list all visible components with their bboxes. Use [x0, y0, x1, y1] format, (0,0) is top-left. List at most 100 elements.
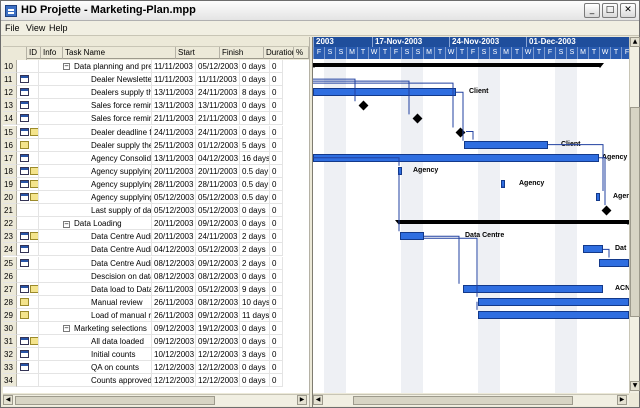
cell-task-name[interactable]: All data loaded: [39, 335, 152, 349]
cell-start[interactable]: 12/12/2003: [152, 374, 196, 388]
cell-start[interactable]: 13/11/2003: [152, 86, 196, 100]
cell-task-name[interactable]: − Data Loading: [39, 217, 152, 231]
cell-task-name[interactable]: QA on counts: [39, 361, 152, 375]
gantt-scroll-left-arrow-icon[interactable]: ◀: [313, 395, 323, 405]
cell-finish[interactable]: 24/11/2003: [196, 125, 240, 139]
cell-percent[interactable]: 0: [270, 269, 283, 283]
vertical-scrollbar[interactable]: ▲ ▼: [629, 37, 640, 393]
cell-finish[interactable]: 11/11/2003: [196, 73, 240, 87]
table-row[interactable]: 30− Marketing selections 09/12/2003 19/12/2…: [3, 322, 309, 335]
table-row[interactable]: 15 Dealer deadline for 24/11/2003 24/11/200…: [3, 125, 309, 139]
vertical-scroll-thumb[interactable]: [630, 107, 640, 317]
table-row[interactable]: 34 Counts approved 12/12/2003 12/12/2003 0 d…: [3, 374, 309, 388]
cell-task-name[interactable]: − Data planning and prep: [39, 60, 152, 73]
cell-finish[interactable]: 09/12/2003: [196, 217, 240, 231]
cell-percent[interactable]: 0: [270, 308, 283, 322]
cell-finish[interactable]: 05/12/2003: [196, 191, 240, 204]
cell-task-name[interactable]: Agency supplying c: [39, 164, 152, 178]
cell-duration[interactable]: 11 days: [240, 308, 270, 322]
cell-duration[interactable]: 0 days: [240, 335, 270, 349]
cell-start[interactable]: 11/11/2003: [152, 60, 196, 73]
grid-scroll-right-arrow-icon[interactable]: ▶: [297, 395, 307, 405]
cell-task-name[interactable]: Data load to Datab: [39, 282, 152, 296]
menu-file[interactable]: File: [5, 23, 20, 33]
cell-duration[interactable]: 0 days: [240, 125, 270, 139]
cell-finish[interactable]: 05/12/2003: [196, 60, 240, 73]
cell-duration[interactable]: 0 days: [240, 269, 270, 283]
cell-duration[interactable]: 0.5 day: [240, 164, 270, 178]
cell-finish[interactable]: 08/12/2003: [196, 269, 240, 283]
grid-horizontal-scroll-thumb[interactable]: [15, 396, 215, 405]
cell-start[interactable]: 08/12/2003: [152, 256, 196, 270]
cell-percent[interactable]: 0: [270, 230, 283, 244]
cell-duration[interactable]: 2 days: [240, 256, 270, 270]
cell-percent[interactable]: 0: [270, 112, 283, 126]
gantt-horizontal-scrollbar[interactable]: ◀ ▶: [313, 394, 629, 406]
table-row[interactable]: 20Agency supplying c05/12/200305/12/2003…: [3, 191, 309, 204]
cell-task-name[interactable]: Initial counts: [39, 348, 152, 362]
cell-start[interactable]: 20/11/2003: [152, 164, 196, 178]
col-header-info[interactable]: Info: [41, 47, 63, 59]
cell-task-name[interactable]: Sales force remind: [39, 99, 152, 113]
cell-duration[interactable]: 0 days: [240, 322, 270, 335]
cell-finish[interactable]: 24/11/2003: [196, 230, 240, 244]
cell-start[interactable]: 04/12/2003: [152, 243, 196, 257]
table-row[interactable]: 18Agency supplying c20/11/200320/11/2003…: [3, 164, 309, 178]
cell-start[interactable]: 26/11/2003: [152, 282, 196, 296]
gantt-scroll-right-arrow-icon[interactable]: ▶: [617, 395, 627, 405]
cell-start[interactable]: 24/11/2003: [152, 125, 196, 139]
cell-percent[interactable]: 0: [270, 374, 283, 388]
cell-duration[interactable]: 0.5 day: [240, 191, 270, 204]
cell-duration[interactable]: 5 days: [240, 138, 270, 152]
cell-percent[interactable]: 0: [270, 125, 283, 139]
cell-percent[interactable]: 0: [270, 86, 283, 100]
cell-percent[interactable]: 0: [270, 151, 283, 165]
scroll-up-arrow-icon[interactable]: ▲: [630, 37, 640, 47]
cell-percent[interactable]: 0: [270, 243, 283, 257]
cell-start[interactable]: 05/12/2003: [152, 204, 196, 218]
table-row[interactable]: 14 Sales force remind 21/11/2003 21/11/2003…: [3, 112, 309, 126]
cell-finish[interactable]: 12/12/2003: [196, 348, 240, 362]
cell-duration[interactable]: 0 days: [240, 361, 270, 375]
cell-percent[interactable]: 0: [270, 348, 283, 362]
cell-start[interactable]: 08/12/2003: [152, 269, 196, 283]
cell-finish[interactable]: 05/12/2003: [196, 282, 240, 296]
cell-percent[interactable]: 0: [270, 217, 283, 231]
cell-task-name[interactable]: Manual review: [39, 295, 152, 309]
col-header-finish[interactable]: Finish: [220, 47, 264, 59]
table-row[interactable]: 10 − Data planning and prep 11/11/2003 05/12…: [3, 60, 309, 73]
cell-percent[interactable]: 0: [270, 73, 283, 87]
cell-task-name[interactable]: Agency Consolidat: [39, 151, 152, 165]
table-row[interactable]: 16 Dealer supply the c25/11/200301/12/200…: [3, 138, 309, 152]
cell-start[interactable]: 13/11/2003: [152, 151, 196, 165]
table-row[interactable]: 28 Manual review 26/11/2003 08/12/2003 10 da…: [3, 295, 309, 309]
table-row[interactable]: 12 Dealers supply the 13/11/2003 24/11/2003…: [3, 86, 309, 100]
cell-duration[interactable]: 0 days: [240, 73, 270, 87]
cell-task-name[interactable]: − Marketing selections: [39, 322, 152, 335]
menu-view[interactable]: View: [26, 23, 45, 33]
cell-duration[interactable]: 9 days: [240, 282, 270, 296]
cell-duration[interactable]: 0 days: [240, 374, 270, 388]
cell-finish[interactable]: 08/12/2003: [196, 295, 240, 309]
table-row[interactable]: 32 Initial counts 10/12/2003 12/12/2003 3 da…: [3, 348, 309, 362]
cell-duration[interactable]: 16 days: [240, 151, 270, 165]
table-row[interactable]: 33 QA on counts 12/12/2003 12/12/2003 0 days…: [3, 361, 309, 375]
cell-percent[interactable]: 0: [270, 335, 283, 349]
cell-task-name[interactable]: Dealer supply the c: [39, 138, 152, 152]
cell-finish[interactable]: 21/11/2003: [196, 112, 240, 126]
close-button[interactable]: ✕: [620, 3, 636, 18]
cell-task-name[interactable]: Load of manual rev: [39, 308, 152, 322]
minimize-button[interactable]: _: [584, 3, 600, 18]
cell-finish[interactable]: 01/12/2003: [196, 138, 240, 152]
gantt-horizontal-scroll-thumb[interactable]: [353, 396, 573, 405]
table-row[interactable]: 22− Data Loading 20/11/2003 09/12/2003 0 day…: [3, 217, 309, 231]
cell-percent[interactable]: 0: [270, 282, 283, 296]
table-row[interactable]: 27 Data load to Datab 26/11/2003 05/12/2003…: [3, 282, 309, 296]
table-row[interactable]: 31 All data loaded 09/12/2003 09/12/2003 0 d…: [3, 335, 309, 349]
cell-percent[interactable]: 0: [270, 99, 283, 113]
cell-finish[interactable]: 24/11/2003: [196, 86, 240, 100]
collapse-toggle-icon[interactable]: −: [63, 63, 70, 71]
cell-start[interactable]: 26/11/2003: [152, 295, 196, 309]
cell-duration[interactable]: 10 days: [240, 295, 270, 309]
cell-percent[interactable]: 0: [270, 60, 283, 73]
